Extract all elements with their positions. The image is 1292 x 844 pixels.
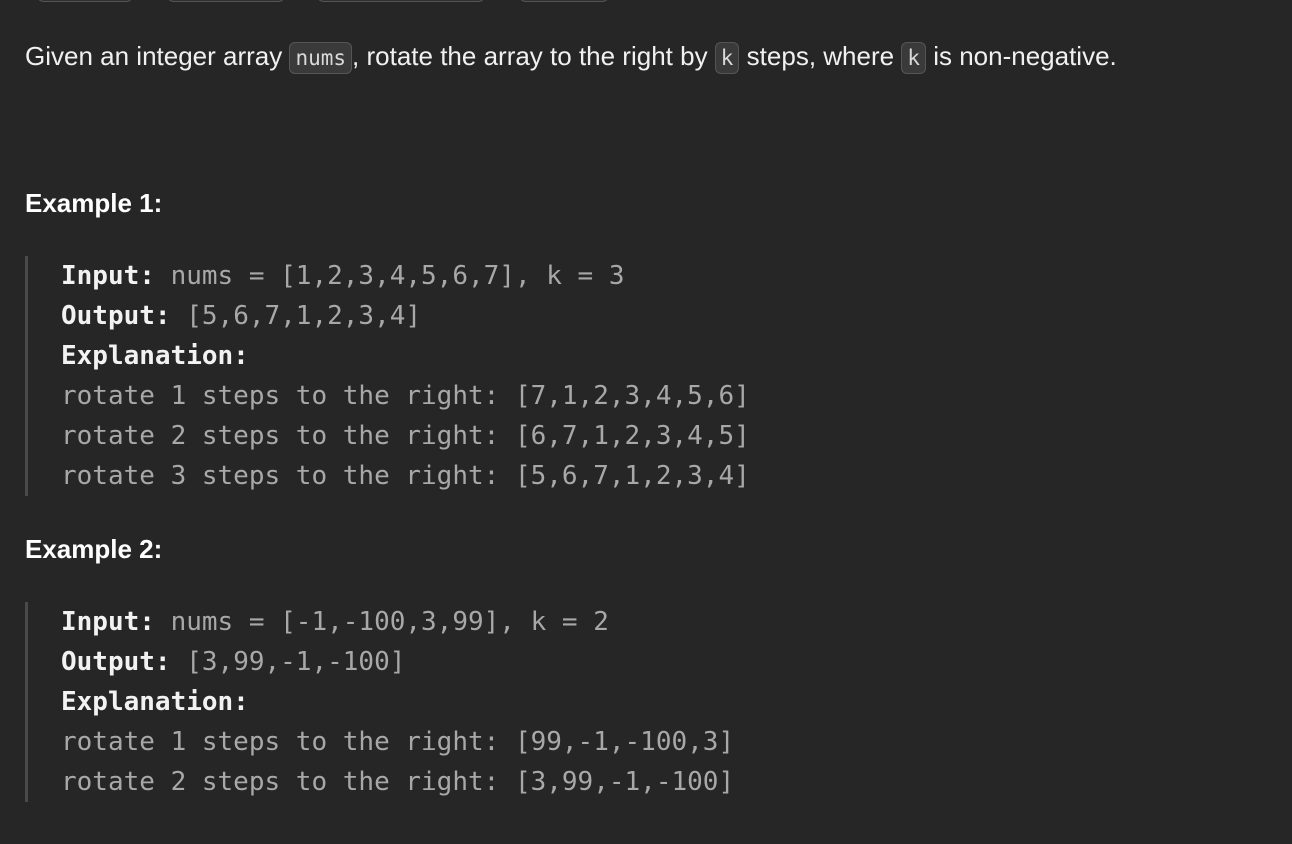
explanation-step: rotate 3 steps to the right: [5,6,7,1,2,… — [61, 461, 750, 491]
output-label: Output: — [61, 647, 171, 677]
inline-code-k: k — [901, 42, 926, 74]
tag-chip[interactable] — [518, 0, 610, 2]
description-text: steps, where — [739, 41, 902, 71]
input-value: nums = [1,2,3,4,5,6,7], k = 3 — [154, 261, 625, 291]
tag-chip[interactable] — [36, 0, 134, 2]
explanation-step: rotate 1 steps to the right: [7,1,2,3,4,… — [61, 381, 750, 411]
output-line: Output: [3,99,-1,-100] — [61, 642, 734, 682]
example-1-title: Example 1: — [25, 188, 163, 218]
inline-code-nums: nums — [289, 42, 353, 74]
output-value: [3,99,-1,-100] — [170, 647, 406, 677]
explanation-step: rotate 2 steps to the right: [3,99,-1,-1… — [61, 767, 735, 797]
output-line: Output: [5,6,7,1,2,3,4] — [61, 296, 750, 336]
example-2-block: Input: nums = [-1,-100,3,99], k = 2 Outp… — [25, 602, 734, 802]
example-1-block: Input: nums = [1,2,3,4,5,6,7], k = 3 Out… — [25, 256, 750, 496]
explanation-line: Explanation: — [61, 682, 734, 722]
explanation-step: rotate 2 steps to the right: [6,7,1,2,3,… — [61, 421, 750, 451]
explanation-step: rotate 1 steps to the right: [99,-1,-100… — [61, 727, 735, 757]
explanation-label: Explanation: — [61, 341, 249, 371]
input-label: Input: — [61, 261, 155, 291]
description-text: is non-negative. — [925, 41, 1117, 71]
input-label: Input: — [61, 607, 155, 637]
problem-description: Given an integer array nums, rotate the … — [25, 36, 1117, 78]
explanation-label: Explanation: — [61, 687, 249, 717]
input-line: Input: nums = [-1,-100,3,99], k = 2 — [61, 602, 734, 642]
inline-code-k: k — [714, 42, 740, 74]
description-text: , rotate the array to the right by — [352, 41, 715, 71]
tag-chip[interactable] — [166, 0, 286, 2]
input-line: Input: nums = [1,2,3,4,5,6,7], k = 3 — [61, 256, 750, 296]
explanation-line: Explanation: — [61, 336, 750, 376]
example-2-title: Example 2: — [25, 534, 163, 564]
input-value: nums = [-1,-100,3,99], k = 2 — [154, 607, 609, 637]
description-text: Given an integer array — [25, 41, 290, 71]
output-value: [5,6,7,1,2,3,4] — [170, 301, 422, 331]
tag-chip[interactable] — [316, 0, 486, 2]
output-label: Output: — [61, 301, 171, 331]
